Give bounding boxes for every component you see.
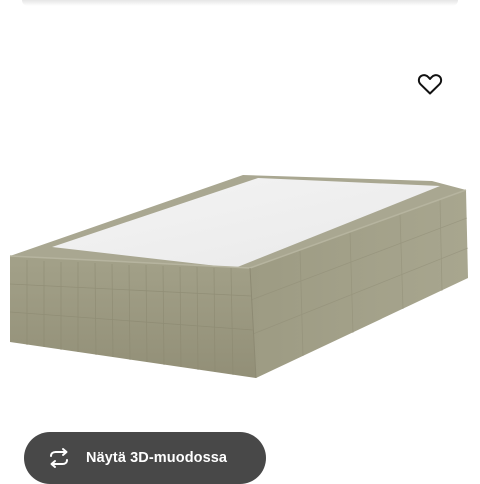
heart-outline-icon [417,74,443,95]
view-in-3d-button[interactable]: Näytä 3D-muodossa [24,432,266,484]
rotate-3d-icon [46,445,72,471]
product-image [9,175,469,379]
view-in-3d-label: Näytä 3D-muodossa [86,450,228,466]
bed-front-face [10,256,256,378]
favorite-button[interactable] [416,70,444,98]
